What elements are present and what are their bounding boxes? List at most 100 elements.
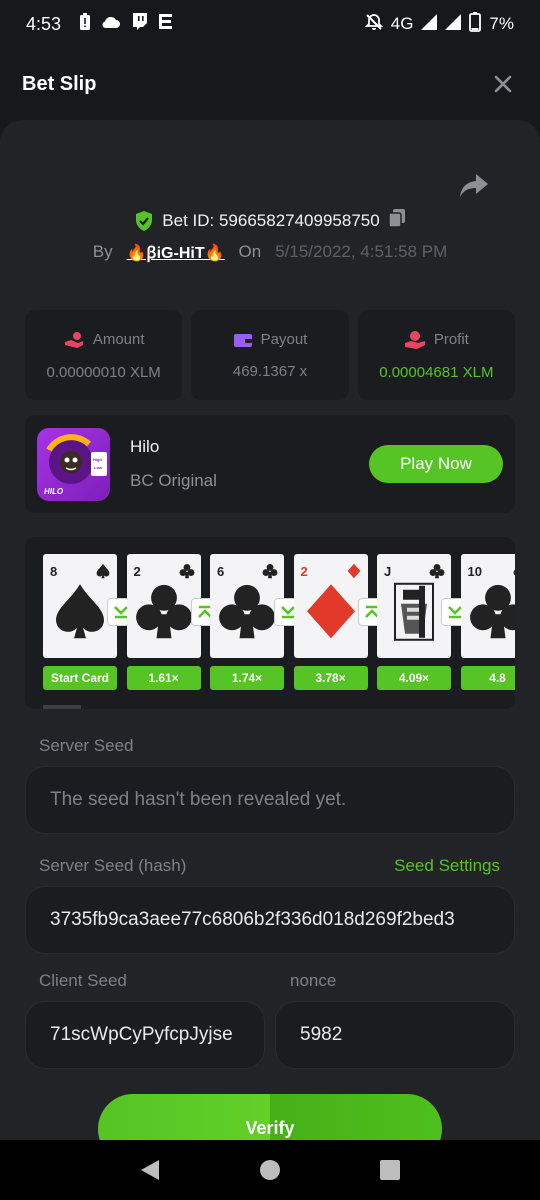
playing-card: 8 <box>43 554 117 658</box>
hilo-logo-icon: HILO High Low <box>44 433 107 496</box>
card-rank: 2 <box>300 564 308 579</box>
nonce-label: nonce <box>290 971 337 990</box>
close-button[interactable] <box>488 69 518 99</box>
multiplier-badge: 3.78× <box>293 666 368 690</box>
mute-icon <box>364 13 383 36</box>
hilo-logo-low: Low <box>94 465 103 470</box>
twitch-icon <box>131 13 148 35</box>
stats-row: Amount 0.00000010 XLM Payout 469.1367 x … <box>25 310 515 400</box>
money-hand-icon <box>64 331 83 348</box>
card-rank: 6 <box>217 564 225 579</box>
server-seed-hash-field[interactable]: 3735fb9ca3aee77c6806b2f336d018d269f2bed3 <box>25 886 515 954</box>
network-type: 4G <box>390 14 414 33</box>
club-icon <box>179 563 195 579</box>
recents-icon <box>380 1160 400 1180</box>
play-now-button[interactable]: Play Now <box>369 445 503 483</box>
profit-label: Profit <box>433 331 469 348</box>
client-seed-label: Client Seed <box>39 971 127 990</box>
spade-large-icon <box>50 581 110 646</box>
game-info: Hilo BC Original <box>130 437 217 491</box>
server-seed-label: Server Seed <box>39 736 134 755</box>
cloud-icon <box>101 14 121 35</box>
diamond-icon <box>346 563 362 579</box>
amount-card: Amount 0.00000010 XLM <box>25 310 183 400</box>
battery-icon <box>469 11 482 37</box>
battery-alert-icon <box>79 12 91 36</box>
wallet-icon <box>233 333 252 347</box>
recents-button[interactable] <box>375 1155 405 1185</box>
hilo-logo-text: HILO <box>44 487 64 496</box>
signal-icon <box>421 13 438 35</box>
status-time: 4:53 <box>26 13 62 34</box>
page-title: Bet Slip <box>22 72 97 95</box>
club-large-icon <box>468 581 515 646</box>
share-button[interactable] <box>458 172 490 200</box>
diamond-large-icon <box>301 581 361 646</box>
home-icon <box>260 1160 280 1180</box>
game-name: Hilo <box>130 437 160 456</box>
club-large-icon <box>217 581 277 646</box>
multiplier-badge: 1.61× <box>126 666 201 690</box>
amount-label: Amount <box>92 331 145 348</box>
scroll-indicator <box>43 705 81 709</box>
battery-percent: 7% <box>489 14 514 33</box>
client-seed-field[interactable]: 71scWpCyPyfcpJyjse <box>25 1001 265 1069</box>
club-icon <box>262 563 278 579</box>
amount-value: 0.00000010 XLM <box>46 363 161 381</box>
playing-card: 10 <box>460 554 515 658</box>
game-card: HILO High Low Hilo BC Original Play Now <box>25 415 515 513</box>
signal-icon-2 <box>445 13 462 35</box>
spade-icon <box>95 563 111 579</box>
shield-check-icon <box>136 210 153 231</box>
club-icon <box>429 563 445 579</box>
status-bar: 4:53 4G 7% <box>0 0 540 48</box>
card-rank: 8 <box>50 564 58 579</box>
status-left: 4:53 <box>26 12 174 36</box>
system-nav-bar <box>0 1140 540 1200</box>
profit-card: Profit 0.00004681 XLM <box>357 310 515 400</box>
hilo-logo-high: High <box>93 457 102 462</box>
home-button[interactable] <box>255 1155 285 1185</box>
bet-meta-row: By 🔥ꞵiG-HiT🔥 On 5/15/2022, 4:51:58 PM <box>0 241 540 263</box>
close-icon <box>494 75 512 93</box>
game-thumbnail: HILO High Low <box>37 427 110 501</box>
back-icon <box>141 1160 159 1180</box>
card-history-strip[interactable]: 8 Start Card 2 1.61× 6 1.74× 2 3.78× J 4.09×… <box>25 537 515 709</box>
multiplier-badge: 1.74× <box>210 666 284 690</box>
header: Bet Slip <box>0 48 540 120</box>
playing-card: 2 <box>293 554 368 658</box>
playing-card: 2 <box>126 554 201 658</box>
bet-id-row: Bet ID: 59665827409958750 <box>0 208 540 233</box>
bet-id: Bet ID: 59665827409958750 <box>162 210 380 230</box>
club-large-icon <box>389 580 439 649</box>
multiplier-badge: 4.8 <box>460 666 515 690</box>
seed-settings-link[interactable]: Seed Settings <box>394 856 500 876</box>
bet-slip-panel: Bet ID: 59665827409958750 By 🔥ꞵiG-HiT🔥 O… <box>0 120 540 1140</box>
nonce-field[interactable]: 5982 <box>275 1001 515 1069</box>
card-rank: 10 <box>467 564 482 579</box>
club-large-icon <box>134 581 194 646</box>
share-icon <box>460 174 488 197</box>
playing-card: 6 <box>210 554 284 658</box>
profit-hand-icon <box>404 330 425 349</box>
bet-date: 5/15/2022, 4:51:58 PM <box>275 242 448 261</box>
payout-label: Payout <box>260 331 308 348</box>
username-link[interactable]: 🔥ꞵiG-HiT🔥 <box>127 241 225 263</box>
payout-value: 469.1367 x <box>232 362 308 380</box>
by-label: By <box>92 242 113 261</box>
status-right: 4G 7% <box>364 11 514 37</box>
on-label: On <box>238 242 262 261</box>
server-seed-hash-label: Server Seed (hash) <box>39 856 187 875</box>
server-seed-field[interactable]: The seed hasn't been revealed yet. <box>25 766 515 834</box>
copy-button[interactable] <box>387 208 406 233</box>
profit-value: 0.00004681 XLM <box>379 363 494 381</box>
card-rank: 2 <box>133 564 141 579</box>
back-button[interactable] <box>135 1155 165 1185</box>
copy-icon <box>387 209 405 228</box>
multiplier-badge: 4.09× <box>377 666 451 690</box>
club-icon <box>513 563 515 579</box>
verify-button[interactable]: Verify <box>98 1094 442 1140</box>
game-subtitle: BC Original <box>130 471 217 490</box>
card-rank: J <box>384 564 392 579</box>
playing-card: J <box>377 554 451 658</box>
